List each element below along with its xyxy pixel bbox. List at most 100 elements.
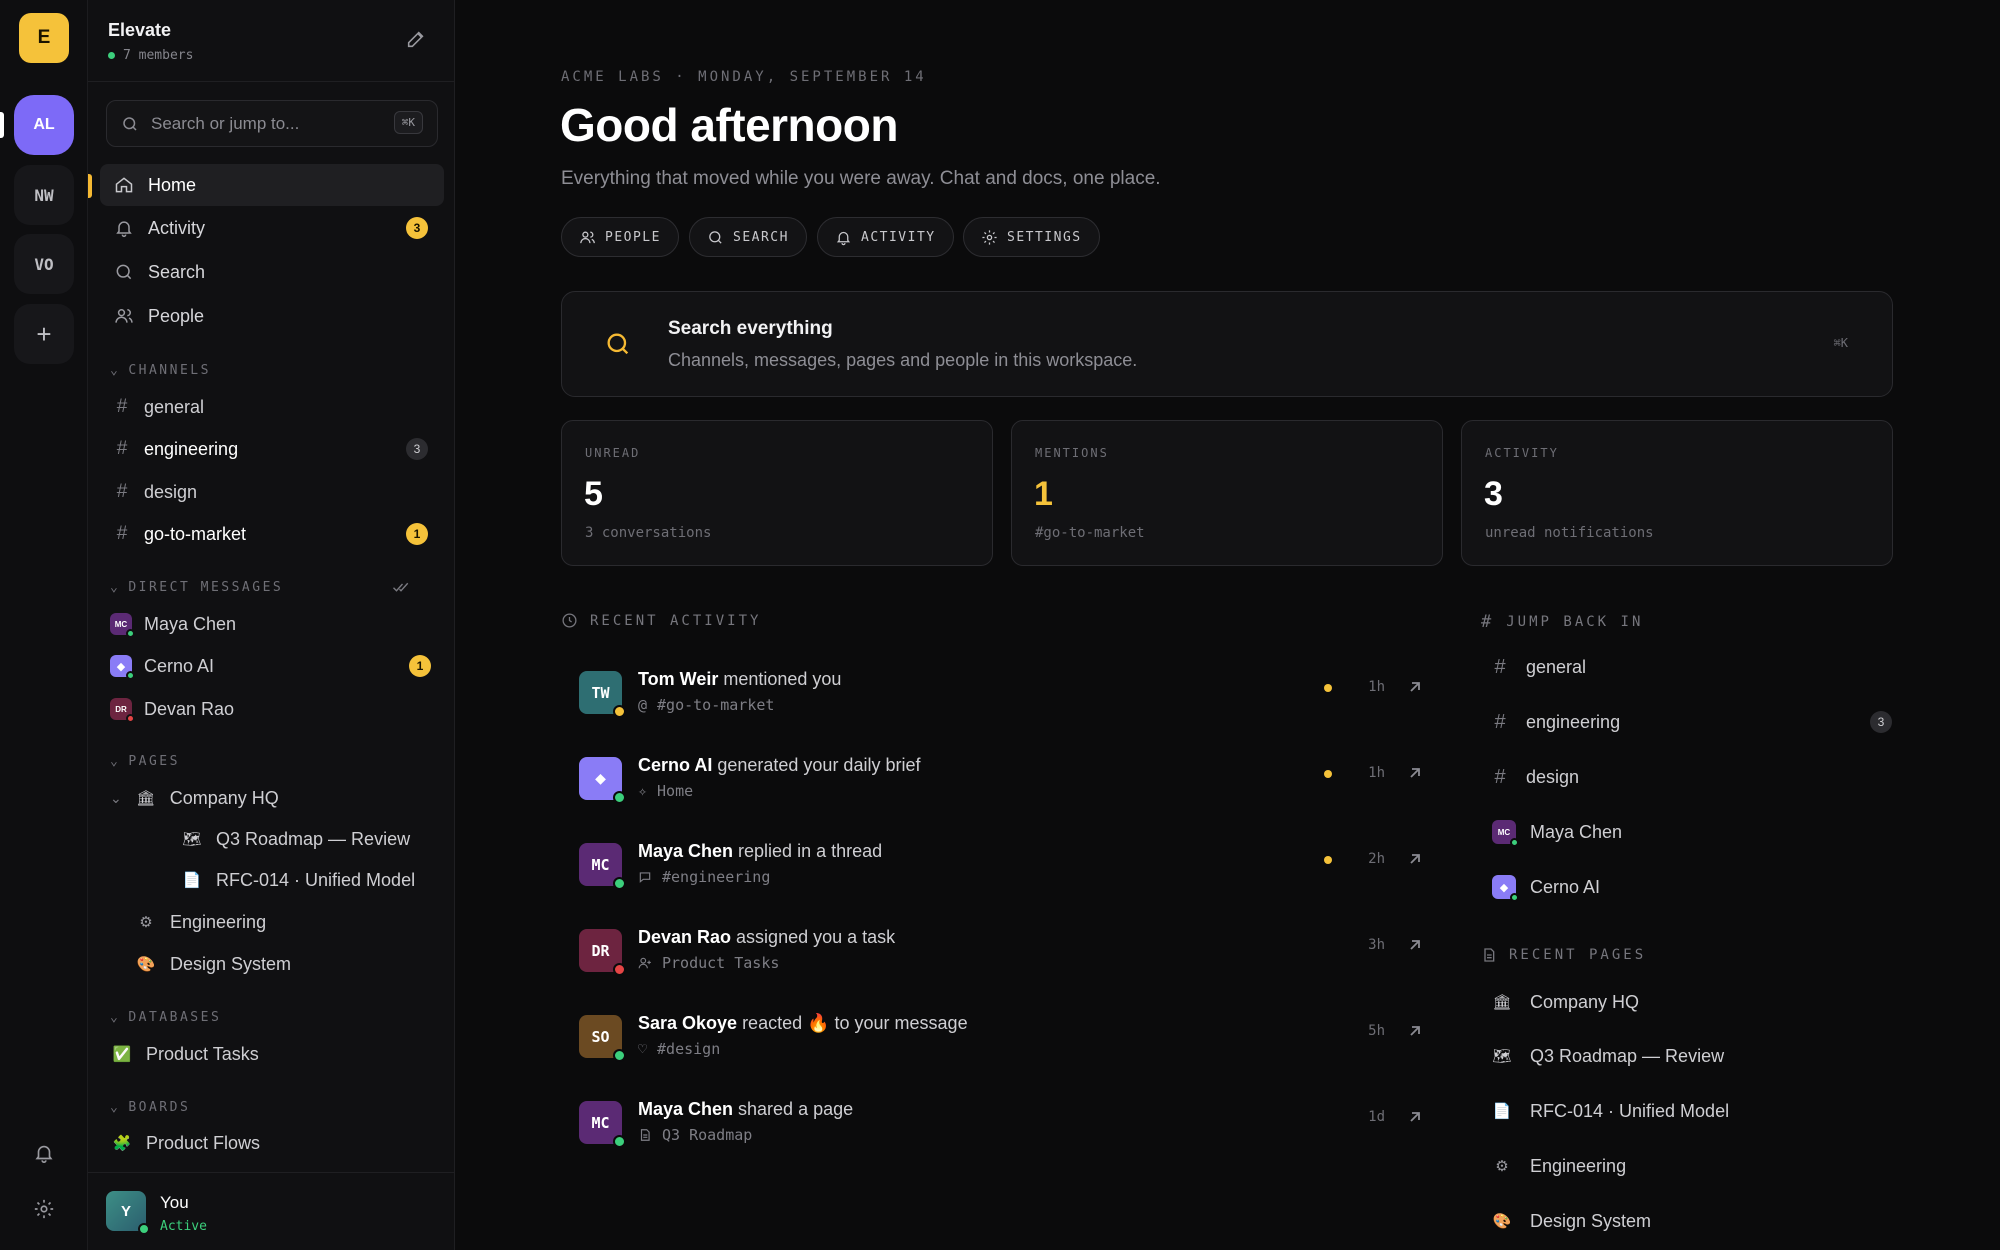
chip-activity[interactable]: ACTIVITY xyxy=(817,217,954,257)
dm-cerno-ai[interactable]: ◆ Cerno AI 1 xyxy=(100,647,444,685)
jump-label: engineering xyxy=(1526,711,1621,732)
page-company-hq[interactable]: ⌄ 🏛 Company HQ xyxy=(110,779,279,817)
page-design-system[interactable]: 🎨 Design System xyxy=(136,945,291,983)
databases-heading[interactable]: ⌄ DATABASES xyxy=(110,1010,221,1025)
recent-page-engineering[interactable]: ⚙ Engineering xyxy=(1492,1144,1902,1188)
pages-heading[interactable]: ⌄ PAGES xyxy=(110,754,180,769)
open-arrow-icon[interactable] xyxy=(1403,1019,1427,1043)
recent-page-design-system[interactable]: 🎨 Design System xyxy=(1492,1199,1902,1243)
gear-icon xyxy=(982,229,997,245)
jump-channel-design[interactable]: # design xyxy=(1492,755,1902,799)
jump-channel-general[interactable]: # general xyxy=(1492,645,1902,689)
open-arrow-icon[interactable] xyxy=(1403,761,1427,785)
activity-row[interactable]: ◆ Cerno AI generated your daily brief ✧ H… xyxy=(561,746,1437,826)
gear-icon: ⚙ xyxy=(139,914,153,931)
channel-label: design xyxy=(144,481,198,502)
heart-icon: ♡ xyxy=(638,1040,648,1058)
hash-icon: # xyxy=(1494,710,1506,733)
activity-row[interactable]: SO Sara Okoye reacted 🔥 to your message … xyxy=(561,1004,1437,1084)
page-q3-roadmap[interactable]: 🗺 Q3 Roadmap — Review xyxy=(154,820,410,858)
recent-page-q3-roadmap[interactable]: 🗺 Q3 Roadmap — Review xyxy=(1492,1034,1902,1078)
puzzle-icon: 🧩 xyxy=(112,1135,132,1152)
nav-activity[interactable]: Activity 3 xyxy=(100,207,444,249)
activity-row[interactable]: MC Maya Chen replied in a thread #engine… xyxy=(561,832,1437,912)
status-dot xyxy=(613,791,626,804)
jump-label: general xyxy=(1526,656,1587,677)
stat-mentions[interactable]: MENTIONS 1 #go-to-market xyxy=(1011,420,1443,566)
dm-heading[interactable]: ⌄ DIRECT MESSAGES xyxy=(110,580,283,595)
chevron-down-icon: ⌄ xyxy=(110,754,121,769)
jump-dm-cerno-ai[interactable]: ◆ Cerno AI xyxy=(1492,865,1902,909)
people-icon xyxy=(580,231,595,243)
channel-go-to-market[interactable]: # go-to-market 1 xyxy=(100,515,444,553)
mark-read-icon[interactable] xyxy=(392,578,410,601)
chevron-down-icon: ⌄ xyxy=(110,580,121,595)
activity-row[interactable]: MC Maya Chen shared a page Q3 Roadmap 1d xyxy=(561,1090,1437,1170)
workspace-nw[interactable]: NW xyxy=(14,165,74,225)
chip-settings[interactable]: SETTINGS xyxy=(963,217,1100,257)
sidebar-search-input[interactable]: Search or jump to... ⌘K xyxy=(106,100,438,147)
status-dot xyxy=(126,671,135,680)
clock-icon xyxy=(562,613,577,628)
recent-page-company-hq[interactable]: 🏛 Company HQ xyxy=(1492,980,1902,1024)
user-status: Active xyxy=(160,1219,207,1234)
activity-row[interactable]: TW Tom Weir mentioned you @ #go-to-market… xyxy=(561,660,1437,740)
chip-people[interactable]: PEOPLE xyxy=(561,217,679,257)
status-dot xyxy=(613,1135,626,1148)
member-count: 7 members xyxy=(108,48,193,63)
page-rfc-014[interactable]: 📄 RFC-014 · Unified Model xyxy=(154,861,415,899)
recent-page-rfc-014[interactable]: 📄 RFC-014 · Unified Model xyxy=(1492,1089,1902,1133)
activity-title: Devan Rao assigned you a task xyxy=(638,927,896,947)
bell-icon xyxy=(116,221,132,238)
channel-engineering[interactable]: # engineering 3 xyxy=(100,430,444,468)
nav-home[interactable]: Home xyxy=(100,164,444,206)
open-arrow-icon[interactable] xyxy=(1403,675,1427,699)
add-workspace-button[interactable]: + xyxy=(14,304,74,364)
dm-maya-chen[interactable]: MC Maya Chen xyxy=(100,605,444,643)
workspace-rail: E AL NW VO + xyxy=(0,0,88,1250)
activity-row[interactable]: DR Devan Rao assigned you a task Product… xyxy=(561,918,1437,998)
stat-unread[interactable]: UNREAD 5 3 conversations xyxy=(561,420,993,566)
building-icon: 🏛 xyxy=(136,790,156,807)
boards-heading[interactable]: ⌄ BOARDS xyxy=(110,1100,190,1115)
status-dot xyxy=(126,629,135,638)
workspace-vo[interactable]: VO xyxy=(14,234,74,294)
stat-sub: unread notifications xyxy=(1485,525,1654,541)
recent-activity-heading: RECENT ACTIVITY xyxy=(561,612,761,629)
bell-icon[interactable] xyxy=(30,1139,58,1167)
open-arrow-icon[interactable] xyxy=(1403,933,1427,957)
nav-people[interactable]: People xyxy=(100,295,444,337)
nav-search[interactable]: Search xyxy=(100,251,444,293)
activity-time: 1h xyxy=(1368,765,1385,781)
avatar: MC xyxy=(579,843,626,890)
channel-design[interactable]: # design xyxy=(100,473,444,511)
channels-heading[interactable]: ⌄ CHANNELS xyxy=(110,363,211,378)
board-product-flows[interactable]: 🧩 Product Flows xyxy=(112,1124,260,1162)
search-shortcut: ⌘K xyxy=(1833,336,1848,350)
search-everything-card[interactable]: Search everything Channels, messages, pa… xyxy=(561,291,1893,397)
gear-icon[interactable] xyxy=(30,1195,58,1223)
checkbox-icon: ✅ xyxy=(112,1046,132,1063)
unread-badge: 3 xyxy=(406,438,428,460)
dm-devan-rao[interactable]: DR Devan Rao xyxy=(100,690,444,728)
jump-channel-engineering[interactable]: # engineering 3 xyxy=(1492,700,1902,744)
workspace-elevate[interactable]: E xyxy=(19,13,69,63)
open-arrow-icon[interactable] xyxy=(1403,847,1427,871)
stat-activity[interactable]: ACTIVITY 3 unread notifications xyxy=(1461,420,1893,566)
avatar: ◆ xyxy=(1492,875,1519,902)
user-plus-icon xyxy=(638,957,651,969)
workspace-acme-labs[interactable]: AL xyxy=(14,95,74,155)
compose-icon[interactable] xyxy=(405,28,429,52)
breadcrumb: ACME LABS · MONDAY, SEPTEMBER 14 xyxy=(561,69,927,85)
channel-general[interactable]: # general xyxy=(100,388,444,426)
status-dot xyxy=(138,1223,150,1235)
user-footer[interactable]: Y You Active xyxy=(88,1172,455,1250)
chip-search[interactable]: SEARCH xyxy=(689,217,807,257)
open-arrow-icon[interactable] xyxy=(1403,1105,1427,1129)
page-title: Good afternoon xyxy=(560,99,898,151)
chevron-down-icon[interactable]: ⌄ xyxy=(110,790,122,807)
workspace-name[interactable]: Elevate xyxy=(108,20,171,41)
page-engineering[interactable]: ⚙ Engineering xyxy=(136,903,266,941)
jump-dm-maya-chen[interactable]: MC Maya Chen xyxy=(1492,810,1902,854)
database-product-tasks[interactable]: ✅ Product Tasks xyxy=(112,1035,259,1073)
